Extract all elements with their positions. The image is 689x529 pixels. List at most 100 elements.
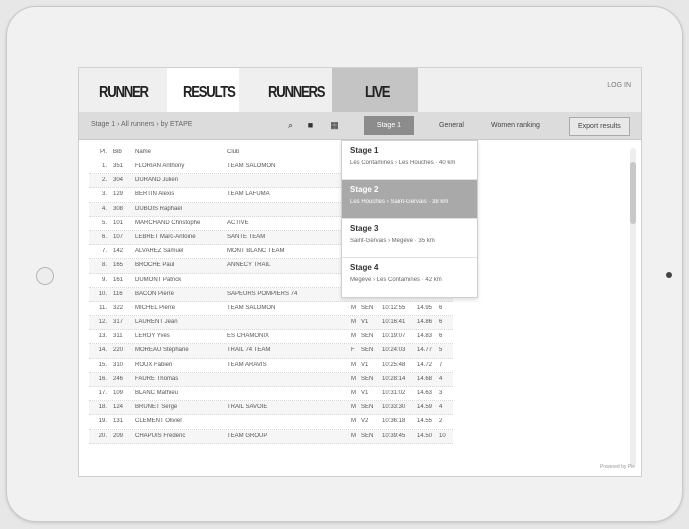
cell-cat: V1 xyxy=(361,319,369,326)
table-row[interactable]: 20. 209 CHAPUIS Frédéric TEAM GROUP M SEN 10:3… xyxy=(89,429,453,444)
cell-pts: 5 xyxy=(439,347,443,354)
cell-sex: M xyxy=(351,361,356,368)
cell-cat: SEN xyxy=(361,333,374,340)
cell-club: SANTE TEAM xyxy=(227,233,266,240)
cell-bib: 246 xyxy=(113,375,124,382)
breadcrumb: Stage 1 › All runners › by ETAPE xyxy=(91,121,193,128)
stage-option-2[interactable]: Stage 2 Les Houches › Saint-Gervais · 38… xyxy=(342,180,477,219)
cell-name: CHAPUIS Frédéric xyxy=(135,432,186,439)
women-ranking-button[interactable]: Women ranking xyxy=(483,116,548,135)
cell-pos: 5. xyxy=(101,219,107,226)
cell-pts: 7 xyxy=(439,361,443,368)
list-icon[interactable]: ■ xyxy=(305,120,316,131)
header-bib: Bib xyxy=(113,149,122,155)
cell-cat: SEN xyxy=(361,304,374,311)
cell-bib: 317 xyxy=(113,319,124,326)
login-link[interactable]: LOG IN xyxy=(607,82,631,89)
cell-pos: 18. xyxy=(98,404,107,411)
stage-option-4[interactable]: Stage 4 Megève › Les Contamines · 42 km xyxy=(342,258,477,297)
table-row[interactable]: 14. 220 MOREAU Stéphane TRAIL 74 TEAM F SEN 10… xyxy=(89,344,453,359)
stage-option-3[interactable]: Stage 3 Saint-Gervais › Megève · 35 km xyxy=(342,219,477,258)
cell-pos: 15. xyxy=(98,361,107,368)
stage-option-1[interactable]: Stage 1 Les Contamines › Les Houches · 4… xyxy=(342,141,477,180)
cell-bib: 209 xyxy=(113,432,124,439)
cell-pts: 4 xyxy=(439,375,443,382)
table-row[interactable]: 11. 322 MICHEL Pierre TEAM SALOMON M SEN 10:12… xyxy=(89,302,453,317)
cell-ms: 14.68 xyxy=(417,375,433,382)
cell-time: 10:25:48 xyxy=(382,361,406,368)
scrollbar[interactable] xyxy=(630,148,636,466)
cell-club: MONT BLANC TEAM xyxy=(227,248,285,255)
cell-club: TEAM SALOMON xyxy=(227,304,276,311)
cell-pos: 11. xyxy=(99,304,107,311)
cell-time: 10:31:02 xyxy=(382,390,406,396)
cell-name: FAURE Thomas xyxy=(135,375,179,382)
cell-bib: 304 xyxy=(113,177,124,184)
cell-pos: 1. xyxy=(101,163,107,169)
app-screen: RUNNER RESULTS RUNNERS LIVE LOG IN Stage… xyxy=(78,67,642,477)
tab-results[interactable]: RESULTS xyxy=(183,68,236,112)
cell-cat: SEN xyxy=(361,347,374,354)
cell-bib: 116 xyxy=(113,290,123,297)
cell-ms: 14.77 xyxy=(417,347,433,354)
table-row[interactable]: 12. 317 LAURENT Jean M V1 10:16:41 14.86 6 xyxy=(89,316,453,331)
cell-pos: 2. xyxy=(101,177,107,184)
cell-ms: 14.63 xyxy=(417,390,433,396)
tab-live[interactable]: LIVE xyxy=(365,68,390,112)
stage-subtitle: Les Houches › Saint-Gervais · 38 km xyxy=(350,199,449,205)
cell-name: BERTIN Alexis xyxy=(135,191,175,198)
cell-bib: 161 xyxy=(113,276,124,283)
cell-cat: V1 xyxy=(361,390,369,396)
cell-time: 10:33:30 xyxy=(382,404,406,411)
general-button[interactable]: General xyxy=(431,116,472,135)
cell-club: TEAM GROUP xyxy=(227,432,268,439)
cell-club: TEAM LAFUMA xyxy=(227,191,270,198)
cell-name: ALVAREZ Samuel xyxy=(135,248,184,255)
cell-cat: V2 xyxy=(361,418,369,425)
cell-name: BLANC Mathieu xyxy=(135,390,179,396)
home-button-icon[interactable] xyxy=(36,267,54,285)
export-results-button[interactable]: Export results xyxy=(569,117,630,136)
cell-sex: M xyxy=(351,404,356,411)
grid-icon[interactable]: ▦ xyxy=(329,120,340,131)
tab-runners[interactable]: RUNNERS xyxy=(268,68,325,112)
cell-name: DURAND Julien xyxy=(135,177,179,184)
toolbar: Stage 1 › All runners › by ETAPE ⌕ ■ ▦ S… xyxy=(79,112,641,140)
table-row[interactable]: 19. 131 CLEMENT Olivier M V2 10:36:18 14.55 2 xyxy=(89,415,453,430)
search-icon[interactable]: ⌕ xyxy=(285,120,296,131)
cell-name: BRUNET Serge xyxy=(135,404,178,411)
header-club: Club xyxy=(227,149,240,155)
cell-bib: 351 xyxy=(113,163,124,169)
cell-time: 10:12:55 xyxy=(382,304,406,311)
stage-title: Stage 1 xyxy=(350,146,379,155)
cell-bib: 109 xyxy=(113,390,124,396)
cell-ms: 14.86 xyxy=(417,319,433,326)
footer-credit: Powered by Pie xyxy=(599,464,635,470)
cell-name: DUMONT Patrick xyxy=(135,276,182,283)
cell-time: 10:36:18 xyxy=(382,418,406,425)
stage-select-button[interactable]: Stage 1 xyxy=(364,116,414,135)
cell-cat: SEN xyxy=(361,432,374,439)
scrollbar-thumb[interactable] xyxy=(630,162,636,224)
cell-sex: F xyxy=(351,347,355,354)
table-row[interactable]: 13. 311 LEROY Yves ES CHAMONIX M SEN 10:19:07 1… xyxy=(89,330,453,345)
cell-pos: 8. xyxy=(101,262,107,269)
table-row[interactable]: 15. 310 ROUX Fabien TEAM ARAVIS M V1 10:25:48 1… xyxy=(89,359,453,373)
cell-pts: 3 xyxy=(439,390,443,396)
cell-ms: 14.83 xyxy=(417,333,433,340)
cell-bib: 107 xyxy=(113,233,124,240)
cell-club: TEAM ARAVIS xyxy=(227,361,267,368)
cell-bib: 142 xyxy=(113,248,124,255)
cell-name: MICHEL Pierre xyxy=(135,304,176,311)
tab-runner[interactable]: RUNNER xyxy=(99,68,149,112)
cell-name: LEROY Yves xyxy=(135,333,170,340)
cell-sex: M xyxy=(351,418,356,425)
table-row[interactable]: 18. 124 BRUNET Serge TRAIL SAVOIE M SEN 10:33:… xyxy=(89,401,453,416)
cell-sex: M xyxy=(351,319,356,326)
table-row[interactable]: 17. 109 BLANC Mathieu M V1 10:31:02 14.63 3 xyxy=(89,387,453,402)
cell-time: 10:24:03 xyxy=(382,347,406,354)
cell-ms: 14.95 xyxy=(417,304,433,311)
cell-name: LAURENT Jean xyxy=(135,319,178,326)
cell-pts: 2 xyxy=(439,418,443,425)
table-row[interactable]: 16. 246 FAURE Thomas M SEN 10:28:14 14.68 4 xyxy=(89,372,453,387)
